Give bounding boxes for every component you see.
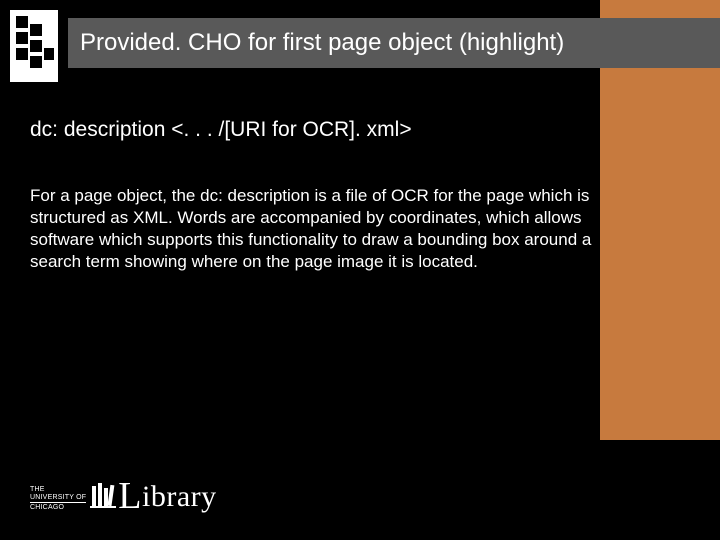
divider — [30, 502, 86, 503]
page-title: Provided. CHO for first page object (hig… — [80, 29, 564, 57]
subtitle-text: dc: description <. . . /[URI for OCR]. x… — [30, 118, 590, 142]
library-wordmark: Library — [90, 474, 216, 518]
corner-logo-icon — [10, 10, 58, 82]
body-text: For a page object, the dc: description i… — [30, 185, 600, 273]
footer-logo: THE UNIVERSITY OF CHICAGO Library — [30, 474, 217, 518]
header-band: Provided. CHO for first page object (hig… — [68, 18, 720, 68]
books-icon — [90, 480, 116, 518]
institution-line: UNIVERSITY OF — [30, 494, 86, 502]
institution-line: CHICAGO — [30, 504, 86, 512]
institution-line: THE — [30, 486, 86, 494]
slide: Provided. CHO for first page object (hig… — [0, 0, 720, 540]
library-text: ibrary — [142, 480, 217, 513]
institution-name: THE UNIVERSITY OF CHICAGO — [30, 486, 86, 512]
